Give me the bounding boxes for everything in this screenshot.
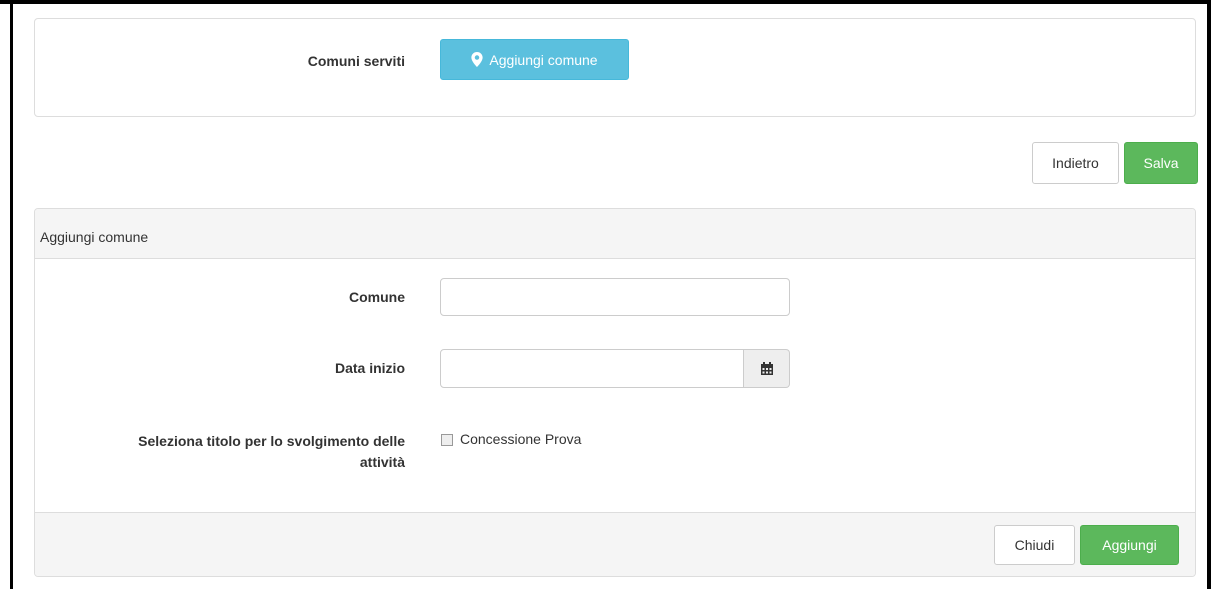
titolo-label-line1: Seleziona titolo per lo svolgimento dell… <box>138 433 405 449</box>
data-inizio-input[interactable] <box>440 349 744 388</box>
concessione-prova-label[interactable]: Concessione Prova <box>460 431 581 447</box>
map-marker-icon <box>471 52 484 67</box>
comuni-serviti-label: Comuni serviti <box>307 53 405 69</box>
comune-label: Comune <box>349 289 405 305</box>
concessione-prova-checkbox[interactable] <box>441 434 453 446</box>
close-button[interactable]: Chiudi <box>994 525 1075 565</box>
comune-input[interactable] <box>440 278 790 316</box>
calendar-button[interactable] <box>744 349 790 388</box>
add-comune-button[interactable]: Aggiungi comune <box>440 39 629 80</box>
frame-left-border <box>10 0 13 589</box>
save-button[interactable]: Salva <box>1124 142 1198 184</box>
panel-title: Aggiungi comune <box>40 229 149 245</box>
panel-footer: Chiudi Aggiungi <box>35 512 1195 576</box>
frame-right-border <box>1207 0 1211 589</box>
calendar-icon <box>760 361 773 375</box>
titolo-label: Seleziona titolo per lo svolgimento dell… <box>55 431 405 473</box>
add-comune-label: Aggiungi comune <box>489 51 598 68</box>
panel-heading: Aggiungi comune <box>35 209 1195 259</box>
back-button[interactable]: Indietro <box>1032 142 1119 184</box>
data-inizio-label: Data inizio <box>334 360 405 376</box>
add-comune-panel: Aggiungi comune Comune Data inizio Selez… <box>34 208 1196 577</box>
titolo-label-line2: attività <box>359 454 405 470</box>
aggiungi-button[interactable]: Aggiungi <box>1080 525 1179 565</box>
frame-top-border <box>0 0 1211 4</box>
comuni-panel: Comuni serviti Aggiungi comune <box>34 18 1196 117</box>
